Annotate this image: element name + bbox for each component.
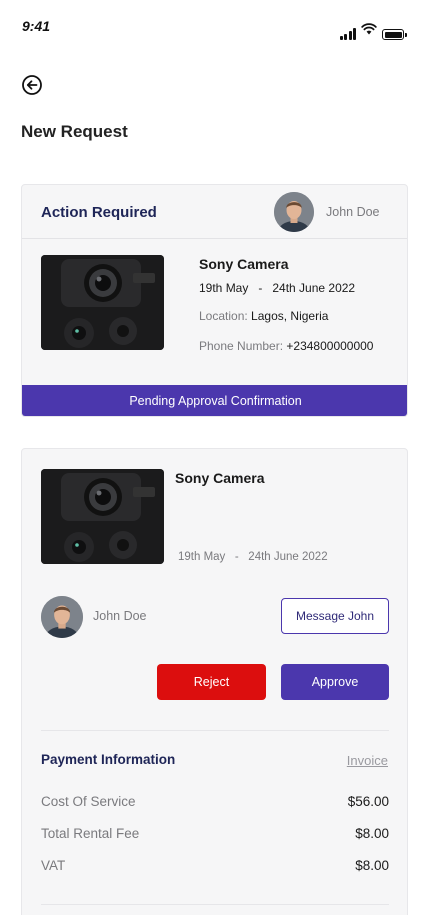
payment-info-title: Payment Information (41, 752, 176, 767)
approve-button[interactable]: Approve (281, 664, 389, 700)
page-title: New Request (21, 122, 128, 141)
payment-row: VAT $8.00 (41, 858, 389, 878)
action-required-card[interactable]: Action Required John Doe Sony Camera 19t… (21, 184, 408, 417)
message-button[interactable]: Message John (281, 598, 389, 634)
product-name: Sony Camera (199, 256, 289, 272)
product-image (41, 255, 164, 350)
avatar[interactable] (41, 596, 83, 638)
payment-row: Total Rental Fee $8.00 (41, 826, 389, 846)
status-banner: Pending Approval Confirmation (22, 385, 407, 416)
action-card-header: Action Required John Doe (22, 185, 407, 239)
wifi-icon (361, 22, 377, 40)
payment-row: Cost Of Service $56.00 (41, 794, 389, 814)
location-label: Location: (199, 309, 248, 323)
avatar[interactable] (274, 192, 314, 232)
signal-icon (339, 28, 356, 40)
payment-value: $56.00 (347, 794, 389, 809)
rental-dates: 19th May - 24th June 2022 (178, 551, 328, 563)
status-time: 9:41 (22, 18, 51, 34)
payment-label: Cost Of Service (41, 794, 136, 809)
location-value: Lagos, Nigeria (251, 309, 329, 323)
user-name: John Doe (326, 205, 380, 219)
status-bar: 9:41 (0, 0, 428, 50)
product-name: Sony Camera (175, 470, 265, 486)
payment-label: Total Rental Fee (41, 826, 140, 841)
payment-value: $8.00 (355, 858, 389, 873)
request-detail-card: Sony Camera 19th May - 24th June 2022 Jo… (21, 448, 408, 915)
phone-value: +234800000000 (286, 339, 374, 353)
invoice-link[interactable]: Invoice (347, 753, 388, 768)
battery-icon (382, 29, 407, 40)
location: Location: Lagos, Nigeria (199, 309, 328, 323)
status-icons (339, 22, 407, 40)
divider (41, 904, 389, 905)
divider (41, 730, 389, 731)
action-required-title: Action Required (41, 204, 157, 221)
phone-number: Phone Number: +234800000000 (199, 339, 373, 353)
reject-button[interactable]: Reject (157, 664, 266, 700)
payment-value: $8.00 (355, 826, 389, 841)
phone-label: Phone Number: (199, 339, 284, 353)
rental-dates: 19th May - 24th June 2022 (199, 281, 356, 295)
product-image (41, 469, 164, 564)
back-arrow-circle-icon[interactable] (21, 74, 43, 96)
owner-name: John Doe (93, 609, 147, 623)
payment-label: VAT (41, 858, 66, 873)
